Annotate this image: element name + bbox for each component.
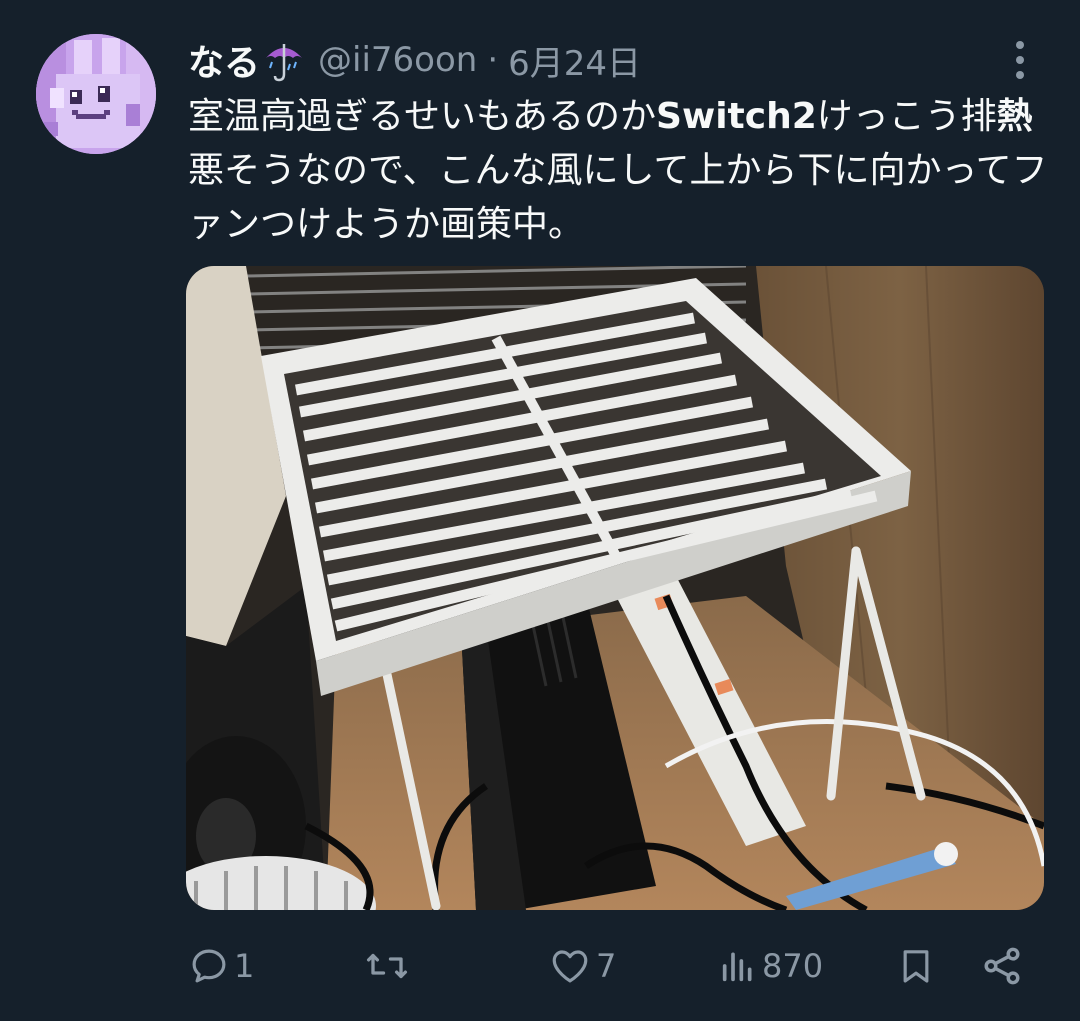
tweet-header: なる @ii76oon · 6月24日 xyxy=(188,34,641,86)
more-dot xyxy=(1016,41,1024,49)
like-button[interactable]: 7 xyxy=(548,936,616,996)
umbrella-with-rain-icon xyxy=(264,38,304,82)
tweet-text: 室温高過ぎるせいもあるのかSwitch2けっこう排熱悪そうなので、こんな風にして… xyxy=(188,90,1048,252)
retweet-button[interactable] xyxy=(364,936,414,996)
separator-dot: · xyxy=(487,40,499,80)
reply-icon xyxy=(192,949,226,983)
views-button[interactable]: 870 xyxy=(718,936,823,996)
share-icon xyxy=(984,947,1020,985)
analytics-icon xyxy=(722,952,752,982)
retweet-icon xyxy=(366,953,408,979)
avatar[interactable] xyxy=(36,34,156,154)
tweet: なる @ii76oon · 6月24日 室温高過ぎるせいもあるのかSwitch2… xyxy=(0,0,1080,1021)
photo-shelf-over-switch2-dock xyxy=(186,266,1044,910)
avatar-image xyxy=(36,34,156,154)
bookmark-button[interactable] xyxy=(896,936,936,996)
views-count: 870 xyxy=(762,947,824,985)
tweet-text-bold: Switch2 xyxy=(656,96,817,137)
tweet-date[interactable]: 6月24日 xyxy=(508,36,641,85)
tweet-text-bold: 熱 xyxy=(996,96,1033,137)
display-name[interactable]: なる xyxy=(188,34,260,86)
more-dot xyxy=(1016,71,1024,79)
more-options-icon[interactable] xyxy=(1000,38,1040,82)
reply-button[interactable]: 1 xyxy=(188,936,254,996)
action-bar: 1 7 870 xyxy=(0,936,1080,996)
user-handle[interactable]: @ii76oon xyxy=(318,40,477,80)
tweet-text-part: けっこう排 xyxy=(816,96,997,137)
bookmark-icon xyxy=(903,950,929,983)
tweet-text-part: 室温高過ぎるせいもあるのか xyxy=(188,96,657,137)
like-count: 7 xyxy=(596,947,617,985)
share-button[interactable] xyxy=(980,936,1024,996)
tweet-text-part: 悪そうなので、こんな風にして上から下に向かってファンつけようか画策中。 xyxy=(188,150,1048,245)
more-dot xyxy=(1016,56,1024,64)
heart-icon xyxy=(552,950,588,983)
reply-count: 1 xyxy=(234,947,255,985)
tweet-photo[interactable] xyxy=(186,266,1044,910)
